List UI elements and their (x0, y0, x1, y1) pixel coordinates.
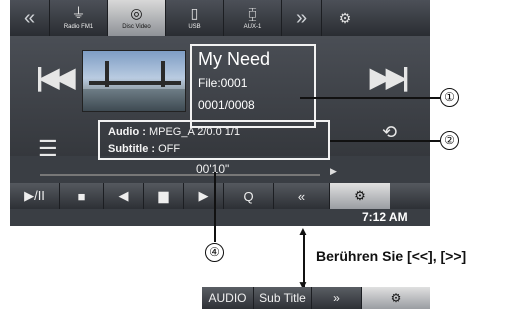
source-usb-button[interactable]: ▯ USB (166, 0, 224, 36)
callout-1: ① (440, 88, 459, 107)
control-setup-button[interactable]: ⚙ (330, 183, 390, 209)
control-bar: ▶/II ■ ◀ ▆ ▶ Q « ⚙ (10, 183, 430, 209)
audio-value: MPEG_A 2/0.0 1/1 (148, 126, 241, 138)
folder-button[interactable]: ▆ (144, 183, 184, 209)
skip-back-button[interactable]: |◀◀ (36, 62, 75, 93)
source-aux-button[interactable]: ⧮ AUX-1 (224, 0, 282, 36)
elapsed-time: 00'10" (196, 162, 230, 176)
setup-icon: ⚙ (338, 10, 352, 26)
prev-chapter-button[interactable]: ◀ (104, 183, 144, 209)
disc-icon: ◎ (130, 5, 143, 21)
callout-2: ② (440, 131, 459, 150)
play-pause-button[interactable]: ▶/II (10, 183, 60, 209)
progress-end-marker: ▶ (330, 166, 337, 176)
arrow-up-icon: ▲ (297, 224, 309, 238)
setup-icon: ⚙ (390, 291, 402, 305)
audio-subtitle-info: Audio : MPEG_A 2/0.0 1/1 Subtitle : OFF (98, 120, 330, 160)
player-screen: « ⏚ Radio FM1 ◎ Disc Video ▯ USB ⧮ AUX-1… (10, 0, 430, 226)
source-aux-label: AUX-1 (243, 24, 262, 30)
callout-4: ④ (205, 243, 224, 262)
audio-row: Audio : MPEG_A 2/0.0 1/1 (108, 124, 320, 141)
aux-icon: ⧮ (248, 5, 257, 21)
source-disc-video-label: Disc Video (122, 24, 151, 30)
source-radio-label: Radio FM1 (63, 24, 94, 30)
album-art-bridge (89, 81, 181, 85)
source-usb-label: USB (188, 24, 201, 30)
track-file: File:0001 (198, 76, 248, 90)
album-art-water (83, 89, 185, 111)
search-button[interactable]: Q (224, 183, 274, 209)
track-title: My Need (198, 49, 271, 69)
source-disc-video-button[interactable]: ◎ Disc Video (108, 0, 166, 36)
subtitle-label: Subtitle : (108, 143, 156, 155)
source-bar: « ⏚ Radio FM1 ◎ Disc Video ▯ USB ⧮ AUX-1… (10, 0, 430, 36)
usb-icon: ▯ (190, 5, 199, 21)
alternate-control-bar: AUDIO Sub Title » ⚙ (202, 287, 430, 309)
list-menu-icon[interactable]: ☰ (38, 136, 58, 162)
album-art-tower (105, 61, 109, 87)
setup-button[interactable]: ⚙ (322, 0, 368, 36)
source-prev-button[interactable]: « (10, 0, 50, 36)
now-playing-panel: |◀◀ My Need File:0001 0001/0008 ▶▶| ☰ Au… (10, 36, 430, 161)
album-art-tower (161, 61, 165, 87)
skip-forward-button[interactable]: ▶▶| (370, 62, 409, 93)
callout-4-line (214, 172, 216, 242)
callout-1-line (300, 97, 440, 99)
source-next-button[interactable]: » (282, 0, 322, 36)
stop-button[interactable]: ■ (60, 183, 104, 209)
sub-setup-button[interactable]: ⚙ (362, 287, 430, 309)
clock: 7:12 AM (362, 210, 408, 224)
progress-bar[interactable] (40, 174, 320, 176)
progress-area: 00'10" ▶ (10, 160, 430, 182)
subtitle-value: OFF (158, 143, 181, 155)
callout-2-line (330, 140, 440, 142)
instruction-note: Berühren Sie [<<], [>>] (316, 248, 467, 264)
track-position: 0001/0008 (198, 98, 255, 112)
album-art (82, 50, 186, 112)
subtitle-row: Subtitle : OFF (108, 141, 320, 158)
audio-label: Audio : (108, 126, 146, 138)
next-chapter-button[interactable]: ▶ (184, 183, 224, 209)
antenna-icon: ⏚ (71, 5, 86, 21)
setup-icon: ⚙ (354, 188, 366, 203)
track-info: My Need File:0001 0001/0008 (190, 44, 316, 128)
subtitle-button[interactable]: Sub Title (254, 287, 312, 309)
source-radio-button[interactable]: ⏚ Radio FM1 (50, 0, 108, 36)
back-button[interactable]: « (274, 183, 330, 209)
audio-button[interactable]: AUDIO (202, 287, 254, 309)
more-button[interactable]: » (312, 287, 362, 309)
